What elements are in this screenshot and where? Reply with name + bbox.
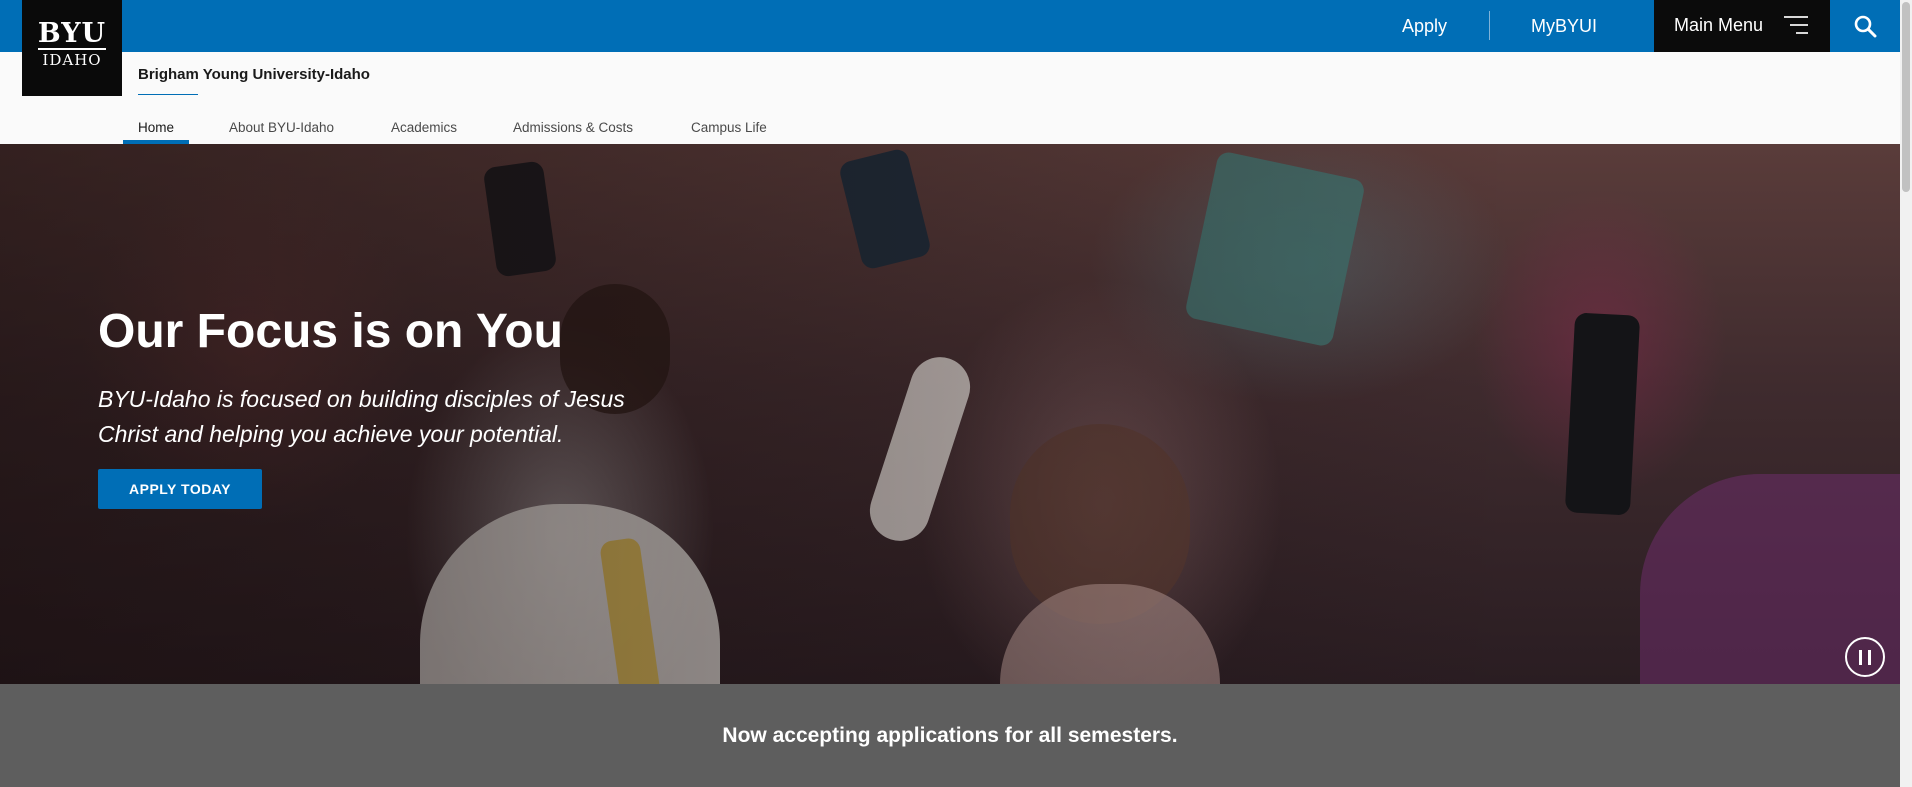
announcement-banner: Now accepting applications for all semes… — [0, 684, 1900, 787]
pause-icon — [1859, 650, 1862, 665]
site-header: Brigham Young University-Idaho Home Abou… — [0, 52, 1900, 144]
nav-campus-life[interactable]: Campus Life — [691, 120, 767, 135]
pause-video-button[interactable] — [1845, 637, 1885, 677]
scrollbar-thumb[interactable] — [1902, 2, 1910, 192]
logo-rule — [38, 48, 106, 50]
logo-idaho-text: IDAHO — [42, 51, 102, 69]
apply-link[interactable]: Apply — [1402, 0, 1447, 52]
announcement-text: Now accepting applications for all semes… — [722, 724, 1178, 747]
main-menu-label: Main Menu — [1674, 15, 1764, 35]
nav-about[interactable]: About BYU-Idaho — [229, 120, 334, 135]
top-utility-bar: Apply MyBYUI Main Menu — [0, 0, 1900, 52]
main-menu-button[interactable]: Main Menu — [1654, 0, 1830, 52]
mybyui-link[interactable]: MyBYUI — [1531, 0, 1597, 52]
topbar-divider — [1489, 11, 1490, 40]
hero-section: Our Focus is on You BYU-Idaho is focused… — [0, 144, 1900, 684]
nav-home[interactable]: Home — [138, 120, 174, 135]
nav-academics[interactable]: Academics — [391, 120, 457, 135]
hero-title: Our Focus is on You — [98, 305, 563, 358]
hero-subtitle: BYU-Idaho is focused on building discipl… — [98, 386, 625, 447]
byu-idaho-logo[interactable]: BYU IDAHO — [22, 0, 122, 96]
site-title[interactable]: Brigham Young University-Idaho — [138, 66, 370, 83]
search-button[interactable] — [1830, 0, 1900, 52]
site-title-underline — [138, 94, 198, 95]
apply-today-button[interactable]: APPLY TODAY — [98, 469, 262, 509]
hamburger-icon — [1784, 16, 1808, 34]
nav-admissions-costs[interactable]: Admissions & Costs — [513, 120, 633, 135]
page-scrollbar[interactable] — [1900, 0, 1912, 787]
search-icon — [1854, 15, 1877, 38]
logo-byu-text: BYU — [37, 18, 107, 49]
